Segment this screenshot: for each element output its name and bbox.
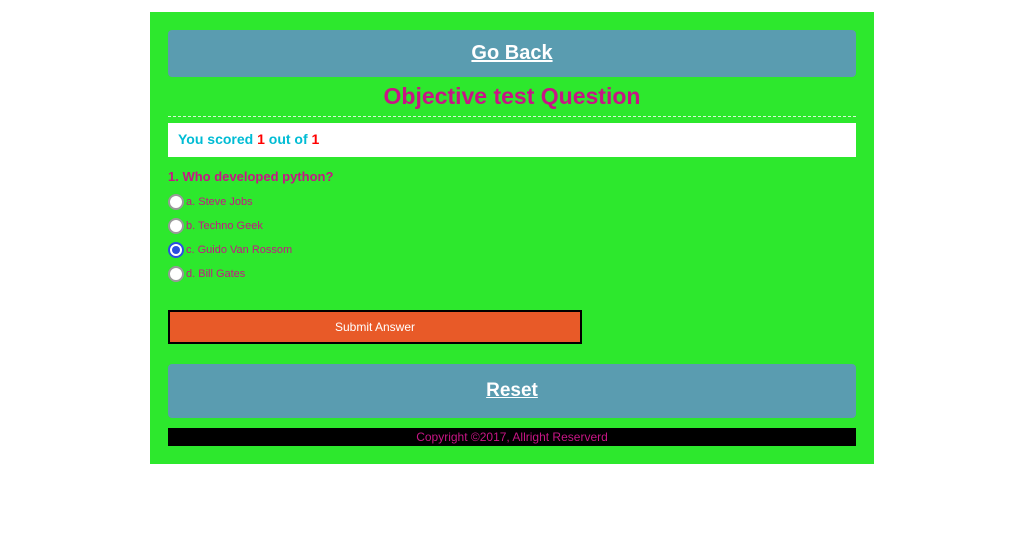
page-title: Objective test Question xyxy=(168,81,856,117)
quiz-container: Go Back Objective test Question You scor… xyxy=(150,12,874,464)
question-text: 1. Who developed python? xyxy=(168,169,856,184)
reset-link: Reset xyxy=(486,380,538,401)
option-b[interactable]: b. Techno Geek xyxy=(168,218,856,234)
score-value: 1 xyxy=(257,131,265,147)
radio-icon xyxy=(168,194,184,210)
score-mid: out of xyxy=(265,131,312,147)
go-back-link: Go Back xyxy=(471,42,552,64)
option-label: b. Techno Geek xyxy=(186,220,263,232)
footer: Copyright ©2017, Allright Reserverd xyxy=(168,428,856,446)
radio-icon xyxy=(168,218,184,234)
score-prefix: You scored xyxy=(178,131,257,147)
go-back-bar[interactable]: Go Back xyxy=(168,30,856,77)
option-d[interactable]: d. Bill Gates xyxy=(168,266,856,282)
radio-icon xyxy=(168,242,184,258)
submit-answer-button[interactable]: Submit Answer xyxy=(168,310,582,344)
option-label: a. Steve Jobs xyxy=(186,196,253,208)
score-total: 1 xyxy=(312,131,320,147)
radio-icon xyxy=(168,266,184,282)
option-c[interactable]: c. Guido Van Rossom xyxy=(168,242,856,258)
option-label: d. Bill Gates xyxy=(186,268,245,280)
options-group: a. Steve Jobs b. Techno Geek c. Guido Va… xyxy=(168,194,856,282)
option-label: c. Guido Van Rossom xyxy=(186,244,292,256)
reset-bar[interactable]: Reset xyxy=(168,364,856,418)
score-box: You scored 1 out of 1 xyxy=(168,123,856,157)
option-a[interactable]: a. Steve Jobs xyxy=(168,194,856,210)
